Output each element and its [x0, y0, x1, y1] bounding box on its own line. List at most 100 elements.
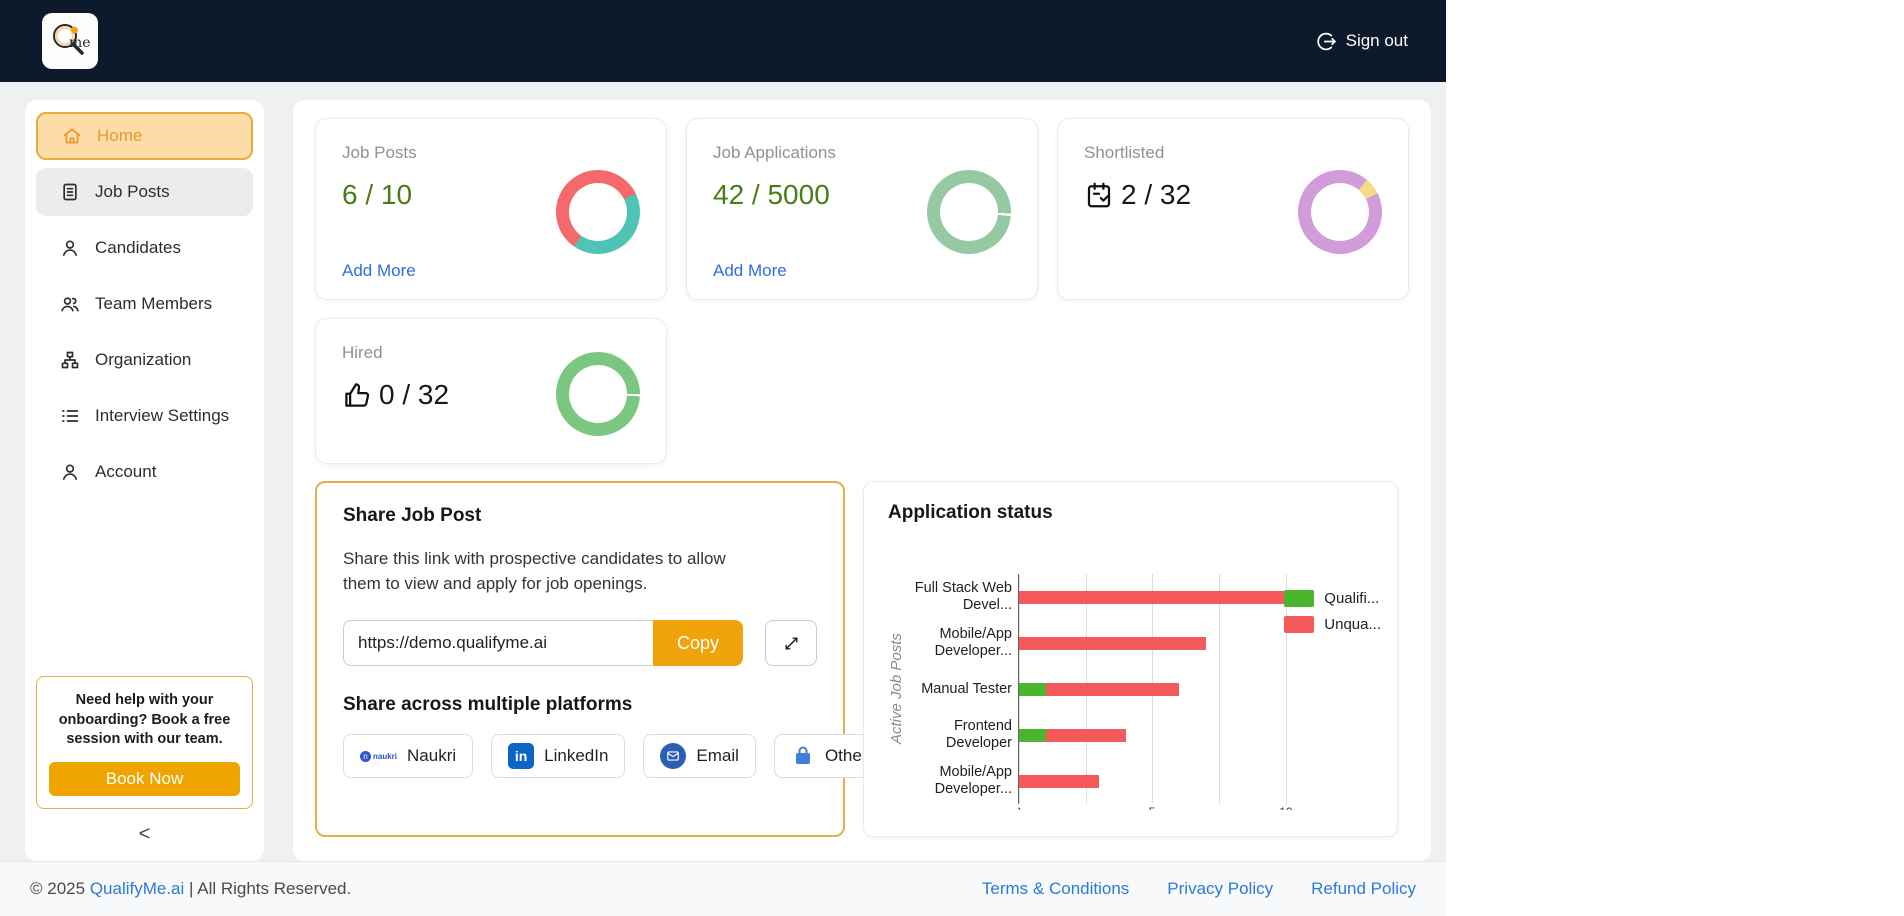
chart-bar-segment	[1019, 590, 1286, 604]
sidebar-item-label: Interview Settings	[95, 406, 230, 425]
expand-icon	[784, 637, 798, 650]
chart-bar-row	[1019, 758, 1310, 804]
chart-bar-segment	[1019, 682, 1046, 696]
stat-card-job-applications: Job Applications 42 / 5000 Add More	[686, 118, 1038, 300]
brand-link[interactable]: QualifyMe.ai	[90, 879, 184, 898]
chart-bar-row	[1019, 712, 1310, 758]
chart-bar-segment	[1019, 728, 1046, 742]
chart-title: Application status	[888, 502, 1053, 523]
chart-bar-row	[1019, 574, 1310, 620]
add-more-link[interactable]: Add More	[342, 261, 417, 281]
chart-x-tick-label: 10	[1279, 805, 1292, 810]
stat-title: Job Applications	[713, 143, 836, 162]
share-description: Share this link with prospective candida…	[343, 549, 726, 593]
main-panel: Job Posts 6 / 10 Add More Job Applicatio…	[293, 100, 1431, 861]
shortlisted-donut	[1298, 170, 1382, 254]
legend-item-qualified: Qualifi...	[1284, 590, 1381, 607]
expand-button[interactable]	[765, 620, 817, 667]
copy-button[interactable]: Copy	[653, 620, 743, 667]
naukri-icon: n naukri	[360, 750, 397, 762]
chart-bar-row	[1019, 620, 1310, 666]
list-settings-icon	[62, 410, 79, 422]
share-card-title: Share Job Post	[343, 505, 482, 526]
sidebar-item-team-members[interactable]: Team Members	[36, 280, 253, 328]
chart-bar-segment	[1045, 682, 1180, 696]
sidebar-item-interview-settings[interactable]: Interview Settings	[36, 392, 253, 440]
chart-bar-segment	[1045, 728, 1126, 742]
share-email-button[interactable]: Email	[643, 734, 756, 779]
sidebar-item-label: Team Members	[95, 294, 213, 313]
sidebar-collapse-button[interactable]: <	[36, 823, 253, 845]
calendar-check-icon	[1087, 182, 1111, 208]
terms-link[interactable]: Terms & Conditions	[982, 879, 1129, 899]
application-status-card: Application status Active Job Posts Full…	[863, 481, 1398, 837]
person-icon	[62, 240, 78, 256]
job-posts-icon	[63, 183, 77, 201]
chart-bar-segment	[1019, 636, 1206, 650]
sidebar-item-home[interactable]: Home	[36, 112, 253, 160]
people-icon	[61, 297, 79, 312]
copyright: © 2025 QualifyMe.ai | All Rights Reserve…	[30, 879, 352, 898]
share-job-post-card: Share Job Post Share this link with pros…	[315, 481, 893, 837]
content-area: Home Job Posts Candidates Team Members O…	[0, 82, 1446, 861]
sidebar: Home Job Posts Candidates Team Members O…	[25, 100, 264, 861]
stat-card-job-posts: Job Posts 6 / 10 Add More	[315, 118, 667, 300]
stat-title: Shortlisted	[1084, 143, 1165, 162]
logout-icon	[1316, 32, 1336, 50]
chart-category-labels: Full Stack Web Devel... Mobile/App Develo…	[910, 574, 1018, 810]
bottom-row: Share Job Post Share this link with pros…	[315, 481, 1409, 837]
share-linkedin-button[interactable]: in LinkedIn	[491, 734, 626, 779]
chart-bar-row	[1019, 666, 1310, 712]
legend-swatch-qualified	[1284, 590, 1315, 607]
refund-link[interactable]: Refund Policy	[1311, 879, 1416, 899]
add-more-link[interactable]: Add More	[713, 261, 836, 281]
onboarding-help-box: Need help with your onboarding? Book a f…	[36, 676, 253, 809]
chart-legend: Qualifi... Unqua...	[1284, 590, 1381, 633]
privacy-link[interactable]: Privacy Policy	[1167, 879, 1273, 899]
sidebar-item-organization[interactable]: Organization	[36, 336, 253, 384]
account-icon	[62, 464, 78, 480]
sidebar-item-label: Home	[97, 126, 143, 145]
chart-category-label: Manual Tester	[921, 680, 1012, 697]
book-now-button[interactable]: Book Now	[49, 762, 240, 796]
stat-value: 42 / 5000	[713, 179, 830, 210]
footer: © 2025 QualifyMe.ai | All Rights Reserve…	[0, 861, 1446, 916]
sign-out-button[interactable]: Sign out	[1316, 31, 1408, 52]
logo-me-text: me	[69, 35, 91, 51]
sidebar-item-label: Organization	[95, 350, 192, 369]
stat-title: Job Posts	[342, 143, 417, 162]
bag-icon	[795, 746, 810, 765]
thumbs-up-icon	[345, 383, 370, 407]
sidebar-item-account[interactable]: Account	[36, 448, 253, 496]
platform-buttons-row: n naukri Naukri in LinkedIn Email Others	[343, 734, 893, 779]
stat-title: Hired	[342, 343, 383, 362]
platforms-heading: Share across multiple platforms	[343, 694, 633, 716]
chart-bar-segment	[1019, 774, 1100, 788]
sidebar-item-candidates[interactable]: Candidates	[36, 224, 253, 272]
share-link-input[interactable]	[343, 620, 653, 667]
navbar: me Sign out	[0, 0, 1446, 82]
share-naukri-button[interactable]: n naukri Naukri	[343, 734, 474, 779]
stat-value: 2 / 32	[1121, 179, 1192, 210]
home-icon	[63, 128, 81, 144]
sidebar-item-label: Account	[95, 462, 157, 481]
chart-plot	[1018, 574, 1310, 804]
chart-category-label: Frontend Developer	[945, 718, 1012, 751]
stat-card-shortlisted: Shortlisted 2 / 32	[1057, 118, 1409, 300]
sidebar-item-label: Job Posts	[95, 182, 170, 201]
chart-category-label: Full Stack Web Devel...	[914, 580, 1012, 613]
footer-links: Terms & Conditions Privacy Policy Refund…	[982, 879, 1416, 899]
chart-x-tick-label: 5	[1149, 805, 1156, 810]
sign-out-label: Sign out	[1345, 31, 1408, 50]
org-chart-icon	[61, 351, 79, 369]
help-text: Need help with your onboarding? Book a f…	[58, 692, 231, 748]
qualifyme-logo[interactable]: me	[42, 13, 98, 69]
chart-x-ticks: 0 5 10	[1018, 804, 1310, 810]
chart-plot-wrap: 0 5 10	[1018, 574, 1310, 810]
stat-value: 0 / 32	[379, 379, 450, 410]
app-root: me Sign out Home Job Posts Candidates Te…	[0, 0, 1446, 916]
stats-row: Job Posts 6 / 10 Add More Job Applicatio…	[315, 118, 1409, 300]
stat-card-hired: Hired 0 / 32	[315, 318, 667, 464]
sidebar-item-job-posts[interactable]: Job Posts	[36, 168, 253, 216]
legend-swatch-unqualified	[1284, 616, 1315, 633]
